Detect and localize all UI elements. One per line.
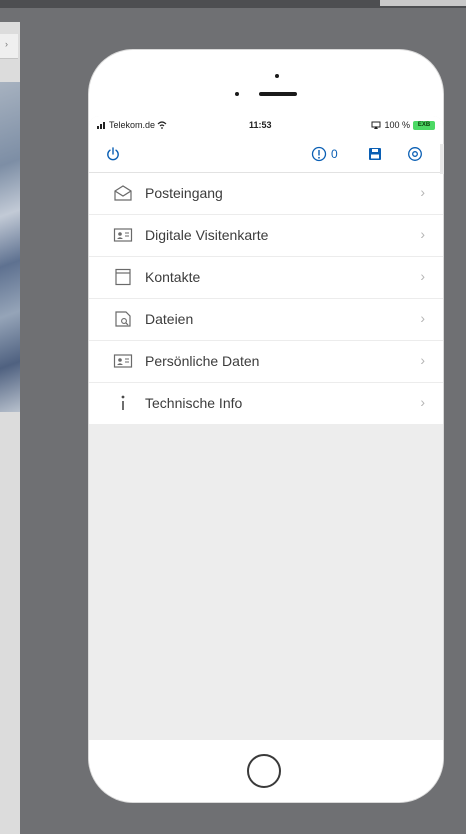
menu-item-label: Technische Info [145,395,243,411]
background-window-panel: › [0,22,20,834]
chevron-right-icon: › [420,268,425,284]
menu-item-technische-info[interactable]: Technische Info › [89,383,443,424]
envelope-icon [113,184,133,202]
chevron-right-icon: › [5,39,8,49]
background-photo [0,82,20,412]
contact-book-icon [113,268,133,286]
status-time: 11:53 [249,120,272,130]
app-toolbar: 0 [89,136,443,173]
screen-mirroring-icon [371,121,381,129]
battery-icon: EXB [413,120,435,130]
info-button[interactable]: 0 [311,146,338,162]
desktop-top-strip [0,0,466,8]
menu-item-label: Posteingang [145,185,223,201]
background-window-tab[interactable]: › [0,34,18,59]
info-circle-icon [311,146,327,162]
save-icon[interactable] [367,146,383,162]
menu-item-label: Persönliche Daten [145,353,260,369]
settings-icon[interactable] [407,146,423,162]
signal-icon [97,121,105,129]
chevron-right-icon: › [420,394,425,410]
carrier-info: Telekom.de [97,120,167,130]
carrier-name: Telekom.de [109,120,156,130]
chevron-right-icon: › [420,352,425,368]
phone-frame: Telekom.de 11:53 100 % EXB 0 Posteingang… [89,50,443,802]
battery-percent: 100 % [384,120,410,130]
battery-status: 100 % EXB [371,120,435,130]
info-icon [113,394,133,412]
power-icon[interactable] [105,146,121,162]
file-search-icon [113,310,133,328]
menu-item-label: Digitale Visitenkarte [145,227,269,243]
menu-item-dateien[interactable]: Dateien › [89,299,443,341]
status-bar: Telekom.de 11:53 100 % EXB [89,116,443,136]
person-card-icon [113,352,133,370]
speaker-grille [259,92,297,96]
chevron-right-icon: › [420,226,425,242]
wifi-icon [157,121,167,129]
chevron-right-icon: › [420,184,425,200]
info-count: 0 [331,147,338,161]
camera-icon [275,74,279,78]
main-menu: Posteingang › Digitale Visitenkarte › Ko… [89,173,443,424]
menu-item-kontakte[interactable]: Kontakte › [89,257,443,299]
menu-item-persoenliche-daten[interactable]: Persönliche Daten › [89,341,443,383]
app-screen: Telekom.de 11:53 100 % EXB 0 Posteingang… [89,116,443,740]
menu-item-digitale-visitenkarte[interactable]: Digitale Visitenkarte › [89,215,443,257]
id-card-icon [113,226,133,244]
home-button[interactable] [247,754,281,788]
menu-item-posteingang[interactable]: Posteingang › [89,173,443,215]
menu-item-label: Dateien [145,311,194,327]
sensor-icon [235,92,239,96]
phone-home-area [89,740,443,802]
chevron-right-icon: › [420,310,425,326]
phone-side-button [440,144,444,174]
menu-item-label: Kontakte [145,269,201,285]
